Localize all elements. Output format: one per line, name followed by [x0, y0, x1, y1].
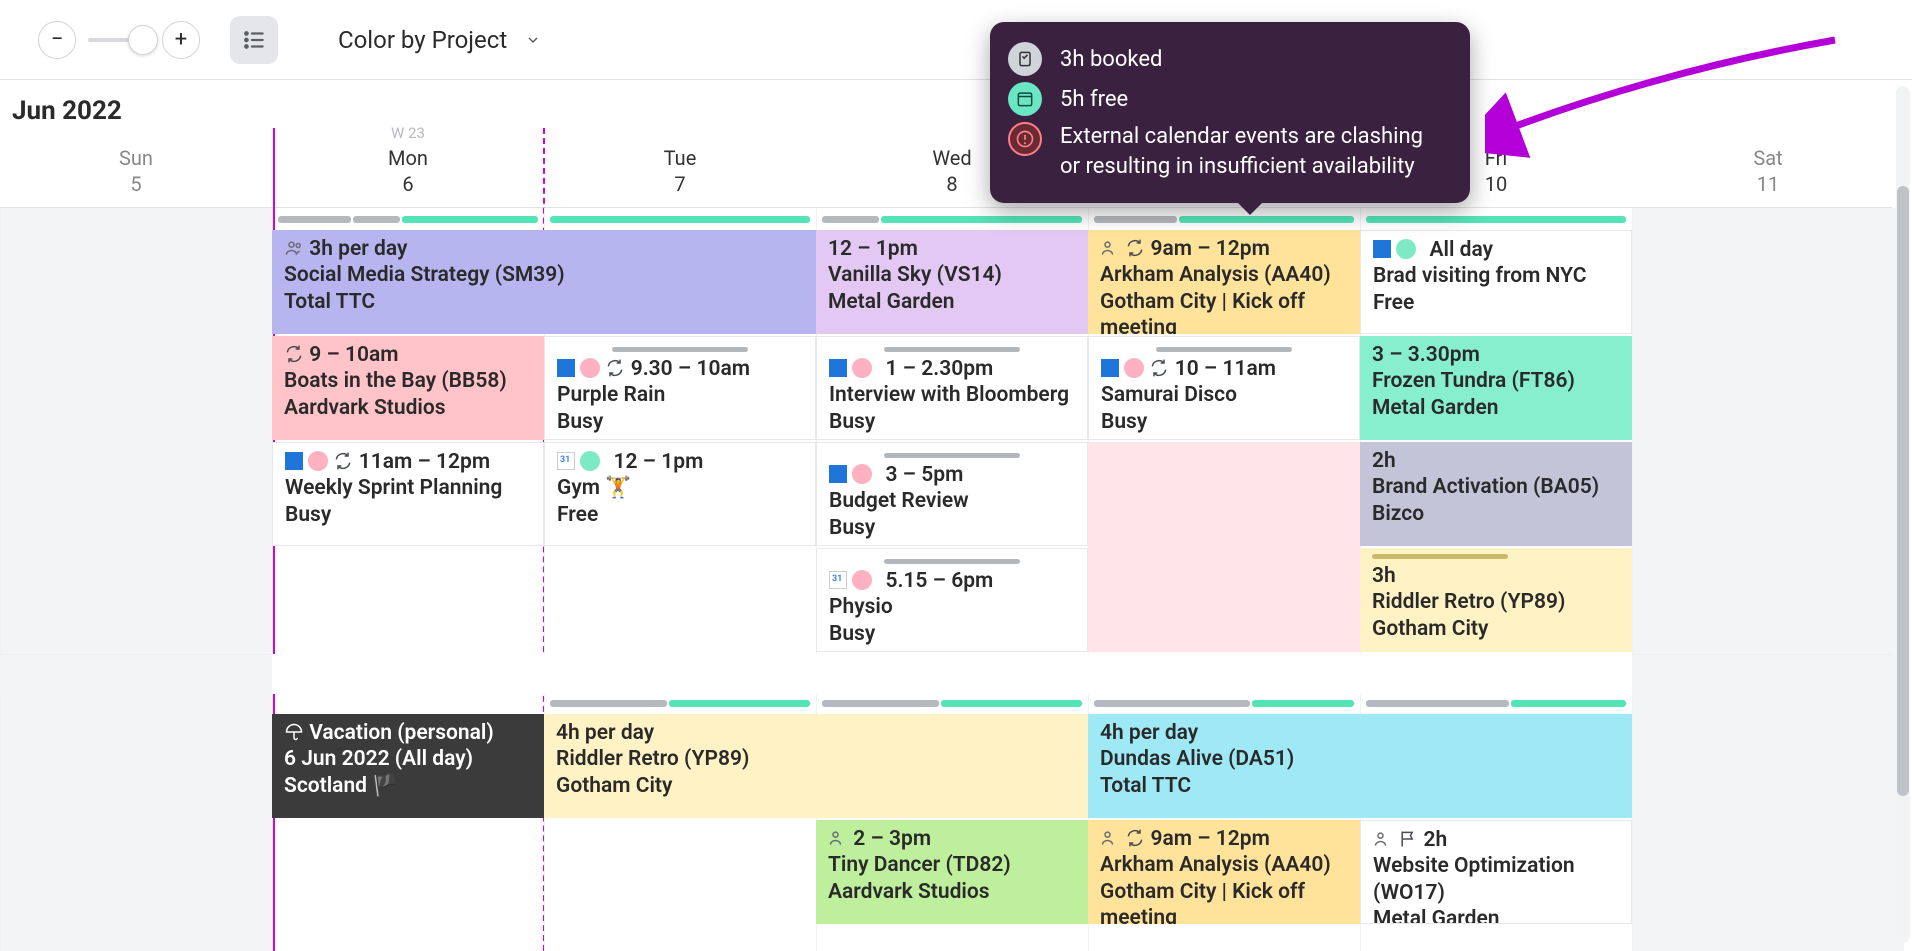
- event-purple-rain[interactable]: 9.30 – 10am Purple Rain Busy: [544, 336, 816, 440]
- event-riddler-retro-span[interactable]: 4h per day Riddler Retro (YP89) Gotham C…: [544, 714, 1088, 818]
- event-boats-in-bay[interactable]: 9 – 10am Boats in the Bay (BB58) Aardvar…: [272, 336, 544, 440]
- recur-icon: [284, 344, 304, 364]
- status-dot-busy: [580, 358, 600, 378]
- people-icon: [1373, 829, 1393, 849]
- event-website-opt[interactable]: 2h Website Optimization (WO17) Metal Gar…: [1360, 820, 1632, 924]
- capacity-row-2: [272, 696, 1912, 712]
- outlook-icon: [829, 359, 847, 377]
- recur-icon: [1149, 358, 1169, 378]
- col-sat: [1632, 208, 1904, 951]
- event-physio[interactable]: 5.15 – 6pm Physio Busy: [816, 548, 1088, 652]
- outlook-icon: [829, 465, 847, 483]
- people-icon: [1100, 238, 1120, 258]
- status-dot-busy: [852, 570, 872, 590]
- event-thu-blank[interactable]: [1088, 442, 1360, 652]
- event-samurai-disco[interactable]: 10 – 11am Samurai Disco Busy: [1088, 336, 1360, 440]
- status-dot-busy: [852, 464, 872, 484]
- zoom-slider[interactable]: [88, 38, 150, 42]
- col-sun: [0, 208, 272, 951]
- umbrella-icon: [284, 722, 304, 742]
- color-by-dropdown[interactable]: Color by Project: [338, 26, 541, 54]
- event-tiny-dancer[interactable]: 2 – 3pm Tiny Dancer (TD82) Aardvark Stud…: [816, 820, 1088, 924]
- event-arkham-analysis[interactable]: 9am – 12pm Arkham Analysis (AA40) Gotham…: [1088, 230, 1360, 334]
- popover-warning: External calendar events are clashing or…: [1060, 122, 1448, 181]
- event-weekly-sprint[interactable]: 11am – 12pm Weekly Sprint Planning Busy: [272, 442, 544, 546]
- list-icon: [241, 27, 267, 53]
- availability-popover: 3h booked 5h free External calendar even…: [990, 22, 1470, 203]
- people-icon: [828, 828, 848, 848]
- gcal-icon: [829, 571, 847, 589]
- annotation-arrow: [1485, 30, 1845, 160]
- clipboard-icon: [1008, 42, 1042, 76]
- day-head-sun[interactable]: Sun 5: [0, 128, 272, 207]
- outlook-icon: [1101, 359, 1119, 377]
- gcal-icon: [557, 452, 575, 470]
- color-by-label: Color by Project: [338, 26, 507, 54]
- day-head-tue[interactable]: Tue 7: [544, 128, 816, 207]
- status-dot-busy: [308, 451, 328, 471]
- outlook-icon: [1373, 240, 1391, 258]
- event-brad-visiting[interactable]: All day Brad visiting from NYC Free: [1360, 230, 1632, 334]
- list-view-button[interactable]: [230, 16, 278, 64]
- event-brand-activation[interactable]: 2h Brand Activation (BA05) Bizco: [1360, 442, 1632, 546]
- people-icon: [1100, 828, 1120, 848]
- vertical-scrollbar[interactable]: [1896, 86, 1910, 943]
- zoom-thumb[interactable]: [128, 25, 158, 55]
- zoom-out-button[interactable]: −: [38, 21, 76, 59]
- event-riddler-retro-fri[interactable]: 3h Riddler Retro (YP89) Gotham City: [1360, 548, 1632, 652]
- event-frozen-tundra[interactable]: 3 – 3.30pm Frozen Tundra (FT86) Metal Ga…: [1360, 336, 1632, 440]
- alert-icon: [1008, 122, 1042, 156]
- event-vacation[interactable]: Vacation (personal) 6 Jun 2022 (All day)…: [272, 714, 544, 818]
- event-arkham-analysis-2[interactable]: 9am – 12pm Arkham Analysis (AA40) Gotham…: [1088, 820, 1360, 924]
- status-dot-busy: [1124, 358, 1144, 378]
- recur-icon: [333, 451, 353, 471]
- status-dot-busy: [852, 358, 872, 378]
- zoom-in-button[interactable]: +: [162, 21, 200, 59]
- outlook-icon: [285, 452, 303, 470]
- day-head-mon[interactable]: W 23 Mon 6: [272, 128, 544, 207]
- event-social-media-strategy[interactable]: 3h per day Social Media Strategy (SM39) …: [272, 230, 816, 334]
- event-budget-review[interactable]: 3 – 5pm Budget Review Busy: [816, 442, 1088, 546]
- popover-free: 5h free: [1060, 87, 1128, 112]
- status-dot-free: [1396, 239, 1416, 259]
- recur-icon: [1125, 828, 1145, 848]
- month-label: Jun 2022: [12, 96, 122, 126]
- recur-icon: [605, 358, 625, 378]
- outlook-icon: [557, 359, 575, 377]
- scrollbar-thumb[interactable]: [1897, 186, 1909, 796]
- popover-booked: 3h booked: [1060, 47, 1162, 72]
- people-icon: [284, 238, 304, 258]
- event-bloomberg[interactable]: 1 – 2.30pm Interview with Bloomberg Busy: [816, 336, 1088, 440]
- flag-icon: [1398, 829, 1418, 849]
- calendar-icon: [1008, 82, 1042, 116]
- event-vanilla-sky[interactable]: 12 – 1pm Vanilla Sky (VS14) Metal Garden: [816, 230, 1088, 334]
- status-dot-free: [580, 451, 600, 471]
- chevron-down-icon: [525, 32, 541, 48]
- event-dundas-alive[interactable]: 4h per day Dundas Alive (DA51) Total TTC: [1088, 714, 1632, 818]
- capacity-row-1: [272, 212, 1912, 228]
- event-gym[interactable]: 12 – 1pm Gym 🏋️ Free: [544, 442, 816, 546]
- recur-icon: [1125, 238, 1145, 258]
